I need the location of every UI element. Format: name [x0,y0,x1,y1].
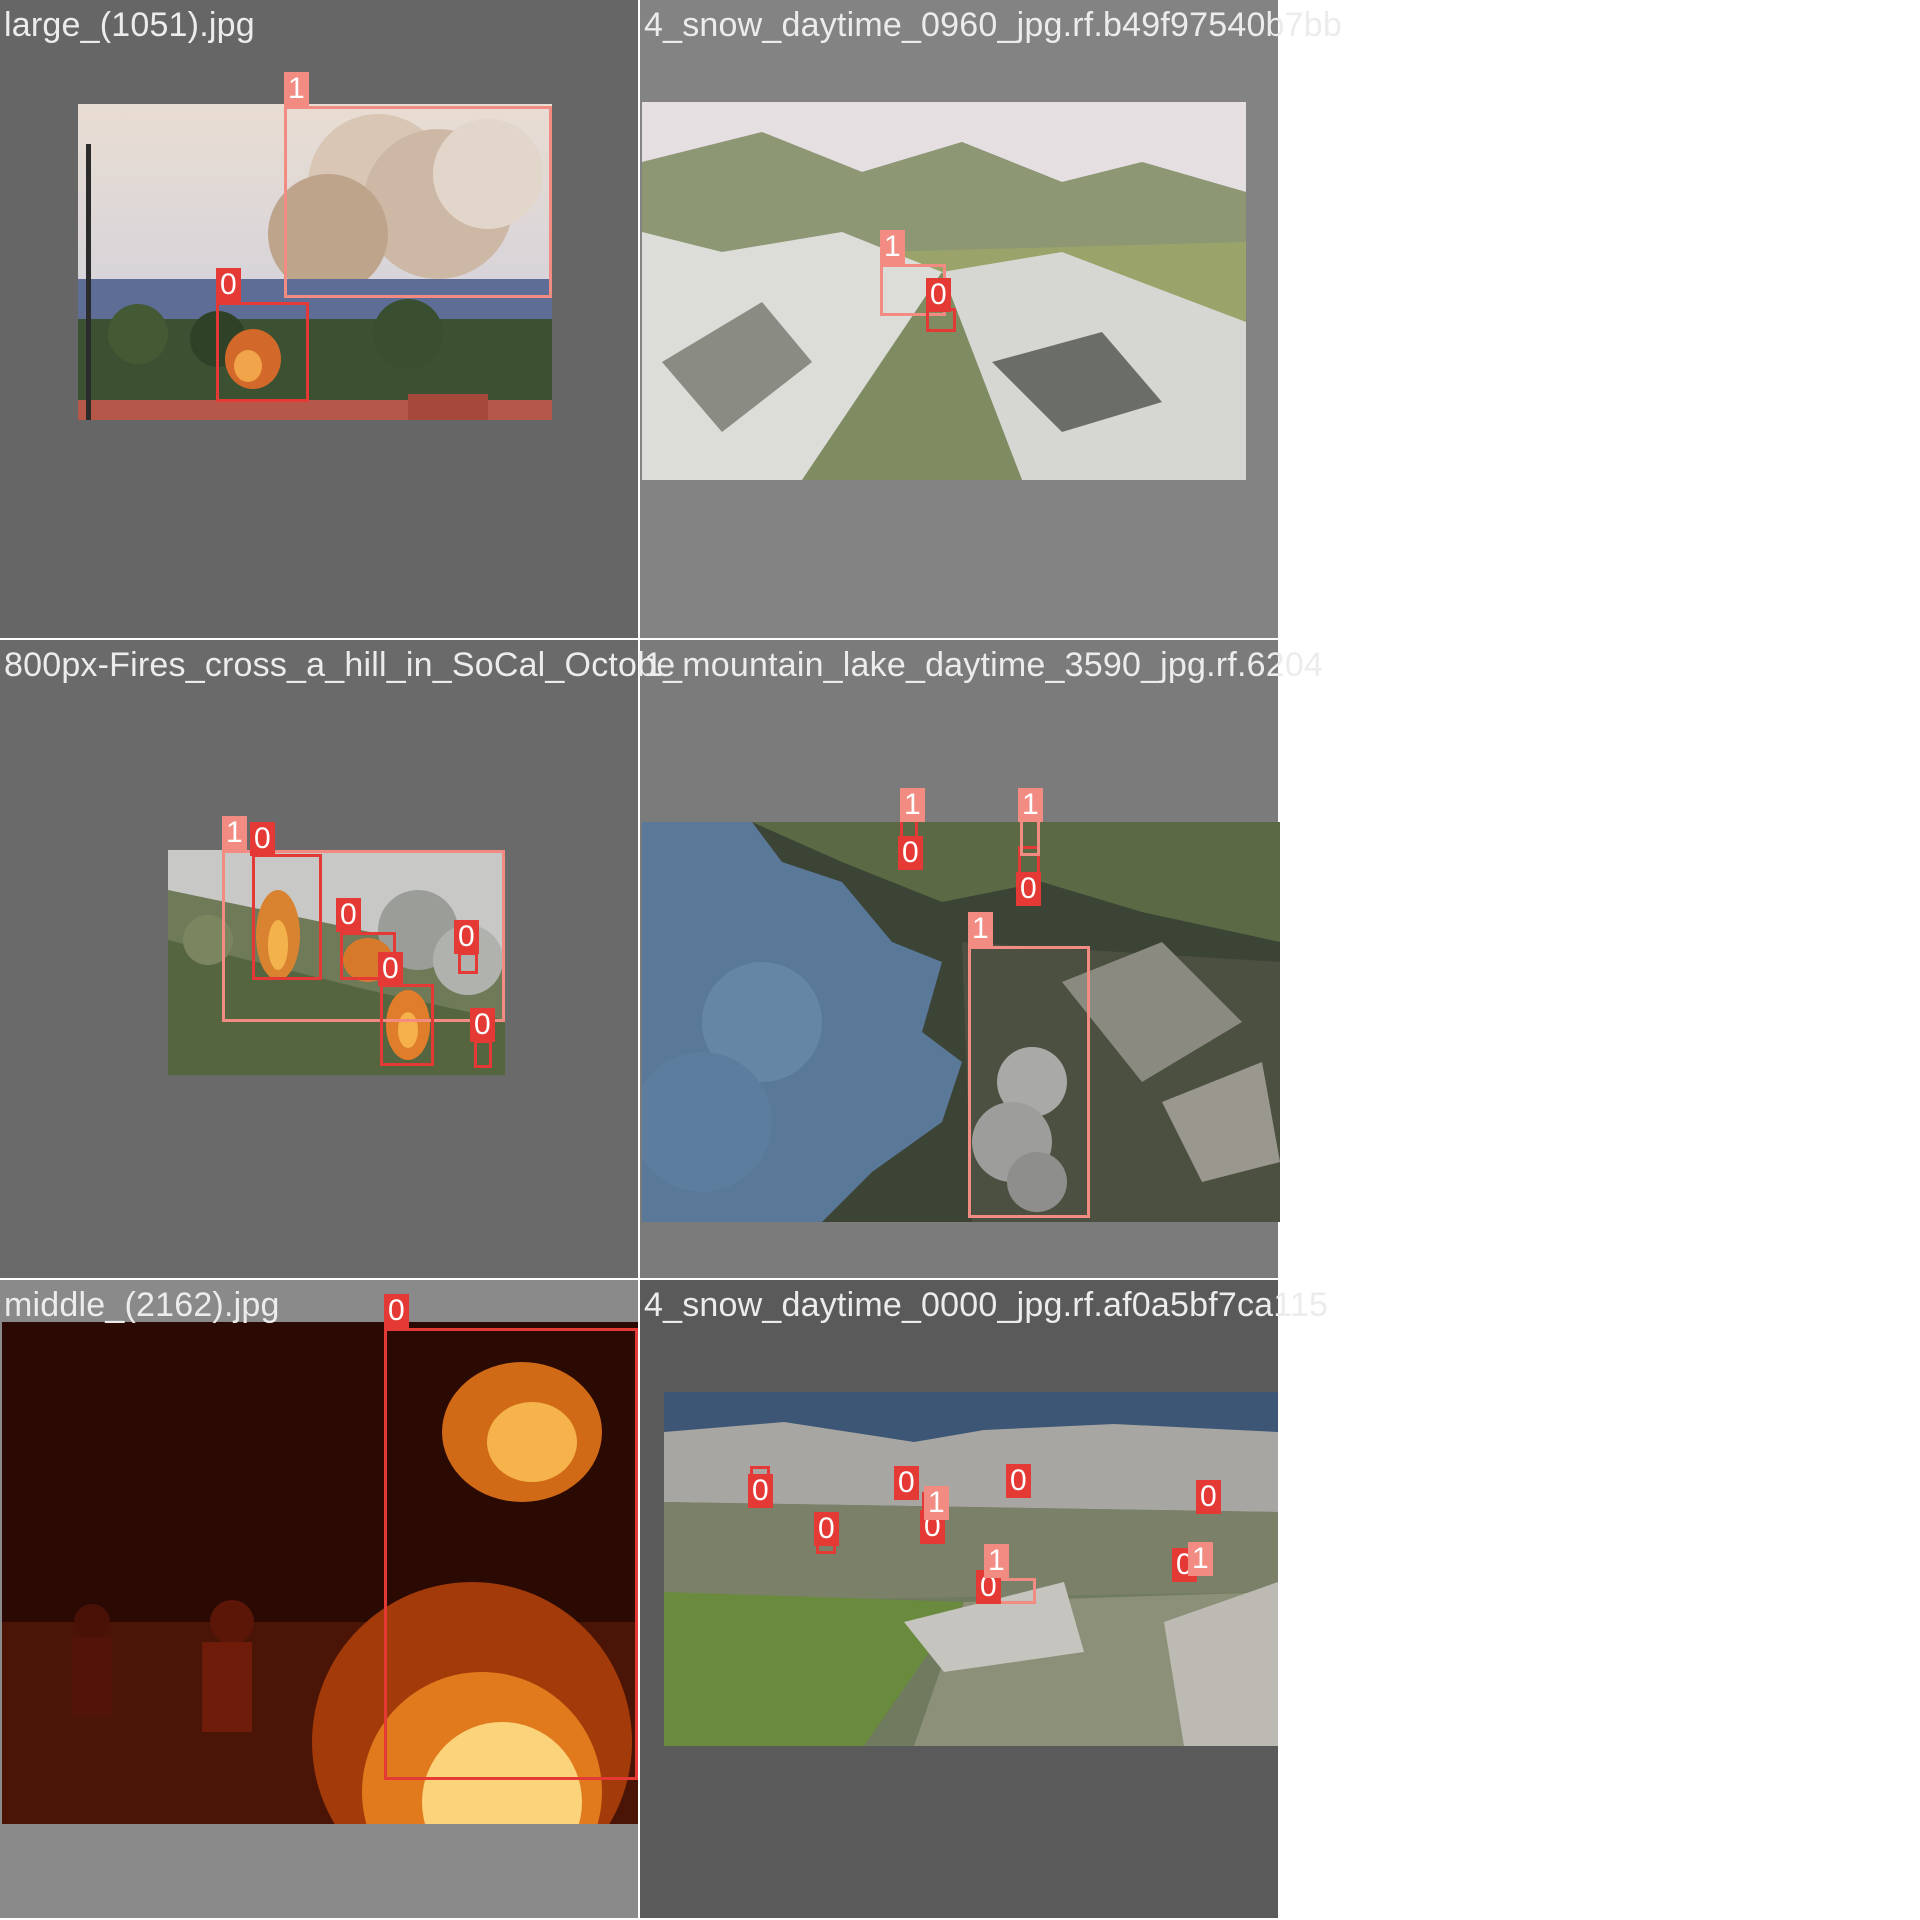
tile-1: 1 0 large_(1051).jpg [0,0,640,640]
bbox-class-0 [384,1328,638,1780]
bbox-class-1 [968,946,1090,1218]
tile-6: 0 0 0 0 0 0 1 0 1 0 1 4_snow_daytime_000… [640,1280,1328,1920]
bbox-label: 0 [454,920,479,954]
mosaic-grid: 1 0 large_(1051).jpg 1 0 4_snow_daytime_… [0,0,1342,1920]
tile-filename: 4_snow_daytime_0960_jpg.rf.b49f97540b7bb [644,6,1342,44]
tile-4: 1 0 1 0 1 1_mountain_lake_daytime_3590_j… [640,640,1323,1280]
tile-filename: middle_(2162).jpg [4,1286,280,1324]
bbox-label: 0 [384,1294,409,1328]
bbox-label: 1 [924,1486,949,1520]
bbox-label: 1 [284,72,309,106]
bbox-label: 0 [470,1008,495,1042]
bbox-label: 1 [880,230,905,264]
bbox-class-0 [474,1040,492,1068]
bbox-label: 1 [900,788,925,822]
bbox-label: 0 [1196,1480,1221,1514]
tile-filename: 800px-Fires_cross_a_hill_in_SoCal_Octobe [4,646,676,684]
tile-3: 1 0 0 0 0 0 800px-Fires_cross_a_hill_in_… [0,640,675,1280]
bbox-class-0 [252,854,322,980]
bbox-label: 0 [898,836,923,870]
tile-5: 0 middle_(2162).jpg [0,1280,640,1920]
bbox-label: 0 [814,1512,839,1546]
bbox-class-0 [216,302,309,402]
tile-filename: 4_snow_daytime_0000_jpg.rf.af0a5bf7ca115 [644,1286,1329,1324]
bbox-class-0 [380,984,434,1066]
bbox-label: 0 [378,952,403,986]
bbox-label: 1 [222,816,247,850]
bbox-class-1 [284,106,552,298]
photo-mountain-lake [642,822,1280,1222]
bbox-label: 0 [250,822,275,856]
bbox-label: 0 [216,268,241,302]
bbox-label: 0 [1006,1464,1031,1498]
bbox-label: 0 [748,1474,773,1508]
tile-filename: 1_mountain_lake_daytime_3590_jpg.rf.6204 [644,646,1324,684]
bbox-label: 1 [1188,1542,1213,1576]
bbox-label: 0 [336,898,361,932]
tile-filename: large_(1051).jpg [4,6,255,44]
bbox-label: 1 [984,1544,1009,1578]
bbox-label: 1 [1018,788,1043,822]
tile-2: 1 0 4_snow_daytime_0960_jpg.rf.b49f97540… [640,0,1342,640]
bbox-label: 0 [894,1466,919,1500]
bbox-label: 1 [968,912,993,946]
bbox-class-0 [458,952,478,974]
bbox-label: 0 [926,278,951,312]
bbox-label: 0 [1016,872,1041,906]
